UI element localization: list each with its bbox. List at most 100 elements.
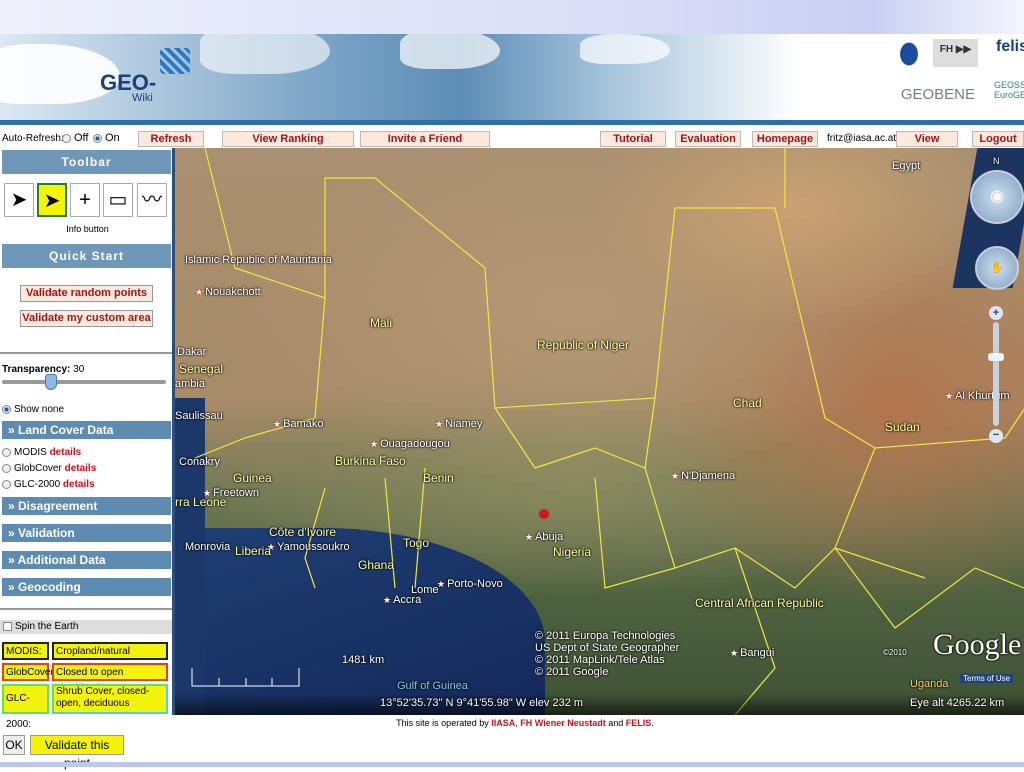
fh-logo[interactable]: FH ▶▶ [933, 39, 978, 67]
additional-data-section[interactable]: » Additional Data [2, 551, 171, 569]
logout-button[interactable]: Logout [972, 131, 1024, 147]
legend-glc-value: Shrub Cover, closed-open, deciduous [52, 684, 168, 714]
tutorial-button[interactable]: Tutorial [600, 131, 666, 147]
label-niamey: ★ Niamey [435, 418, 483, 430]
line-chart-icon: 〰 [142, 189, 162, 211]
compass-navigation-control[interactable]: ◉ [970, 170, 1024, 224]
disagreement-section[interactable]: » Disagreement [2, 497, 171, 515]
view-ranking-button[interactable]: View Ranking [222, 131, 354, 147]
info-arrow-icon: ➤ [43, 190, 61, 212]
hand-icon: ✋ [990, 262, 1004, 274]
iiasa-logo[interactable] [898, 40, 920, 68]
validate-random-points-button[interactable]: Validate random points [20, 285, 153, 302]
transparency-slider[interactable] [2, 380, 166, 384]
validation-section[interactable]: » Validation [2, 524, 171, 542]
label-sudan: Sudan [885, 420, 920, 434]
layer-globcover[interactable]: GlobCover details [2, 463, 96, 474]
radio-icon [93, 133, 102, 143]
info-tool-button[interactable]: ➤ [37, 183, 67, 217]
legend-modis-value: Cropland/natural vegetation [52, 642, 168, 673]
map-copyright: © 2011 Europa Technologies US Dept of St… [535, 630, 680, 678]
label-gulf-of-guinea: Gulf of Guinea [397, 680, 468, 692]
google-logo: Google [933, 628, 1022, 661]
view-profile-button[interactable]: View Profile [896, 131, 958, 159]
zoom-slider[interactable] [993, 322, 999, 426]
details-link[interactable]: details [50, 447, 82, 458]
label-porto-novo: ★ Porto-Novo [437, 578, 503, 590]
felis-logo[interactable]: felis [996, 38, 1024, 68]
crosshair-icon: + [79, 189, 91, 211]
fh-link[interactable]: FH Wiener Neustadt [520, 718, 605, 728]
label-burkina-faso: Burkina Faso [335, 454, 406, 468]
tool-caption: Info button [66, 224, 109, 234]
arrow-icon: ➤ [10, 189, 28, 211]
geobene-logo[interactable]: GEOBENE [875, 86, 975, 103]
capital-star-icon: ★ [370, 439, 379, 449]
legend-globcover-value: Closed to open shrubland [52, 663, 168, 694]
refresh-button[interactable]: Refresh [138, 131, 204, 147]
rectangle-tool-button[interactable]: ▭ [103, 183, 133, 217]
label-dakar: Dakar [177, 346, 207, 358]
quick-start-header: Quick Start [2, 244, 171, 268]
felis-link[interactable]: FELIS [626, 718, 652, 728]
sidebar: Toolbar ➤ ➤ + ▭ 〰 Info button Quick Star… [0, 148, 175, 730]
label-benin: Benin [423, 471, 454, 485]
homepage-button[interactable]: Homepage [752, 131, 818, 147]
slide-header-bar [0, 0, 1024, 34]
checkbox-icon [3, 621, 12, 631]
capital-star-icon: ★ [195, 287, 204, 297]
layer-glc2000[interactable]: GLC-2000 details [2, 479, 95, 490]
capital-star-icon: ★ [383, 595, 392, 605]
label-cote-divoire: Côte d'Ivoire [269, 525, 336, 539]
label-abuja: ★ Abuja [525, 531, 564, 543]
radio-icon [2, 479, 11, 489]
iiasa-link[interactable]: IIASA [491, 718, 515, 728]
label-nouakchott: ★ Nouakchott [195, 286, 261, 298]
transparency-slider-thumb[interactable] [45, 374, 58, 390]
label-ghana: Ghana [358, 558, 395, 572]
terms-of-use-link[interactable]: Terms of Use [960, 674, 1014, 683]
evaluation-button[interactable]: Evaluation [675, 131, 741, 147]
ok-button[interactable]: OK [3, 735, 25, 755]
auto-refresh-off-radio[interactable]: Off [62, 132, 88, 144]
radio-icon [2, 447, 11, 457]
zoom-out-button[interactable]: − [989, 429, 1003, 443]
legend-globcover-source: GlobCover: [2, 663, 57, 681]
validate-this-point-button[interactable]: Validate this point [30, 735, 124, 770]
capital-star-icon: ★ [945, 391, 954, 401]
slide-bottom-bar [0, 762, 1024, 767]
crosshair-tool-button[interactable]: + [70, 183, 100, 217]
auto-refresh-on-radio[interactable]: On [93, 132, 120, 144]
show-none-radio[interactable]: Show none [2, 404, 64, 415]
eurogeoss-logo[interactable]: GEOSS EuroGEOSS [994, 80, 1024, 100]
banner-divider [0, 120, 1024, 125]
legend-modis-source: MODIS: [2, 642, 49, 660]
capital-star-icon: ★ [435, 419, 444, 429]
label-guinea: Guinea [233, 471, 272, 485]
imagery-year: ©2010 [883, 648, 907, 657]
google-earth-map[interactable]: Egypt Islamic Republic of Mauritania ★ No… [175, 148, 1024, 715]
eye-icon: ◉ [990, 188, 1004, 205]
land-cover-data-section[interactable]: » Land Cover Data [2, 421, 171, 439]
layer-modis[interactable]: MODIS details [2, 447, 81, 458]
spin-earth-checkbox[interactable]: Spin the Earth [0, 620, 172, 634]
pan-control[interactable]: ✋ [975, 246, 1019, 290]
details-link[interactable]: details [63, 479, 95, 490]
zoom-slider-thumb[interactable] [988, 353, 1004, 361]
label-conakry: Conakry [179, 456, 220, 468]
label-niger: Republic of Niger [537, 338, 630, 352]
geocoding-section[interactable]: » Geocoding [2, 578, 171, 596]
geo-wiki-logo[interactable]: GEO- Wiki [100, 48, 190, 104]
invite-friend-button[interactable]: Invite a Friend [360, 131, 490, 147]
zoom-in-button[interactable]: + [989, 306, 1003, 320]
profile-tool-button[interactable]: 〰 [137, 183, 167, 217]
label-ndjamena: ★ N'Djamena [671, 470, 736, 482]
selected-point-marker[interactable] [539, 509, 549, 519]
validate-custom-area-button[interactable]: Validate my custom area [20, 310, 153, 327]
label-liberia: Liberia [235, 544, 272, 558]
label-mali: Mali [370, 316, 393, 330]
capital-star-icon: ★ [525, 532, 534, 542]
label-khartoum: ★ Al Khurtum [945, 390, 1010, 402]
pointer-tool-button[interactable]: ➤ [4, 183, 34, 217]
details-link[interactable]: details [65, 463, 97, 474]
